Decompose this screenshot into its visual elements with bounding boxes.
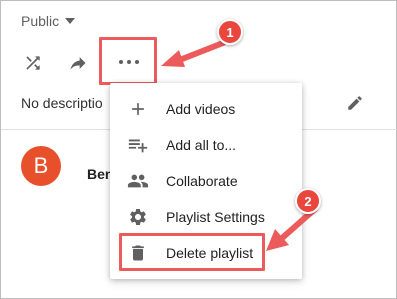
shuffle-button[interactable] [21,51,45,75]
annotation-arrow-1 [161,40,226,67]
privacy-label: Public [21,13,60,29]
plus-icon [126,97,150,121]
playlist-panel: Public No descriptio B Ben Add videos Ad… [0,0,397,299]
share-arrow-icon [70,57,86,70]
step-2-badge: 2 [295,188,321,214]
menu-item-label: Playlist Settings [166,209,265,225]
menu-item-label: Delete playlist [166,245,254,261]
more-actions-button[interactable] [101,39,157,85]
edit-description-button[interactable] [345,93,365,113]
menu-item-add-videos[interactable]: Add videos [110,91,302,127]
gear-icon [126,205,150,229]
step-1-badge: 1 [217,19,243,45]
menu-item-playlist-settings[interactable]: Playlist Settings [110,199,302,235]
shuffle-icon [26,56,40,70]
menu-item-delete-playlist[interactable]: Delete playlist [110,235,302,271]
playlist-actions-menu: Add videos Add all to... Collaborate Pla… [110,83,302,279]
pencil-icon [348,96,362,110]
privacy-dropdown[interactable]: Public [21,12,76,30]
playlist-add-icon [126,133,150,157]
menu-item-label: Add videos [166,101,236,117]
avatar[interactable]: B [21,146,61,186]
playlist-description: No descriptio [21,95,103,111]
people-icon [126,169,150,193]
share-button[interactable] [65,51,91,75]
caret-down-icon [65,18,76,24]
menu-item-add-all-to[interactable]: Add all to... [110,127,302,163]
more-horiz-icon [119,60,139,64]
menu-item-collaborate[interactable]: Collaborate [110,163,302,199]
menu-item-label: Add all to... [166,137,237,153]
menu-item-label: Collaborate [166,173,238,189]
trash-icon [126,241,150,265]
